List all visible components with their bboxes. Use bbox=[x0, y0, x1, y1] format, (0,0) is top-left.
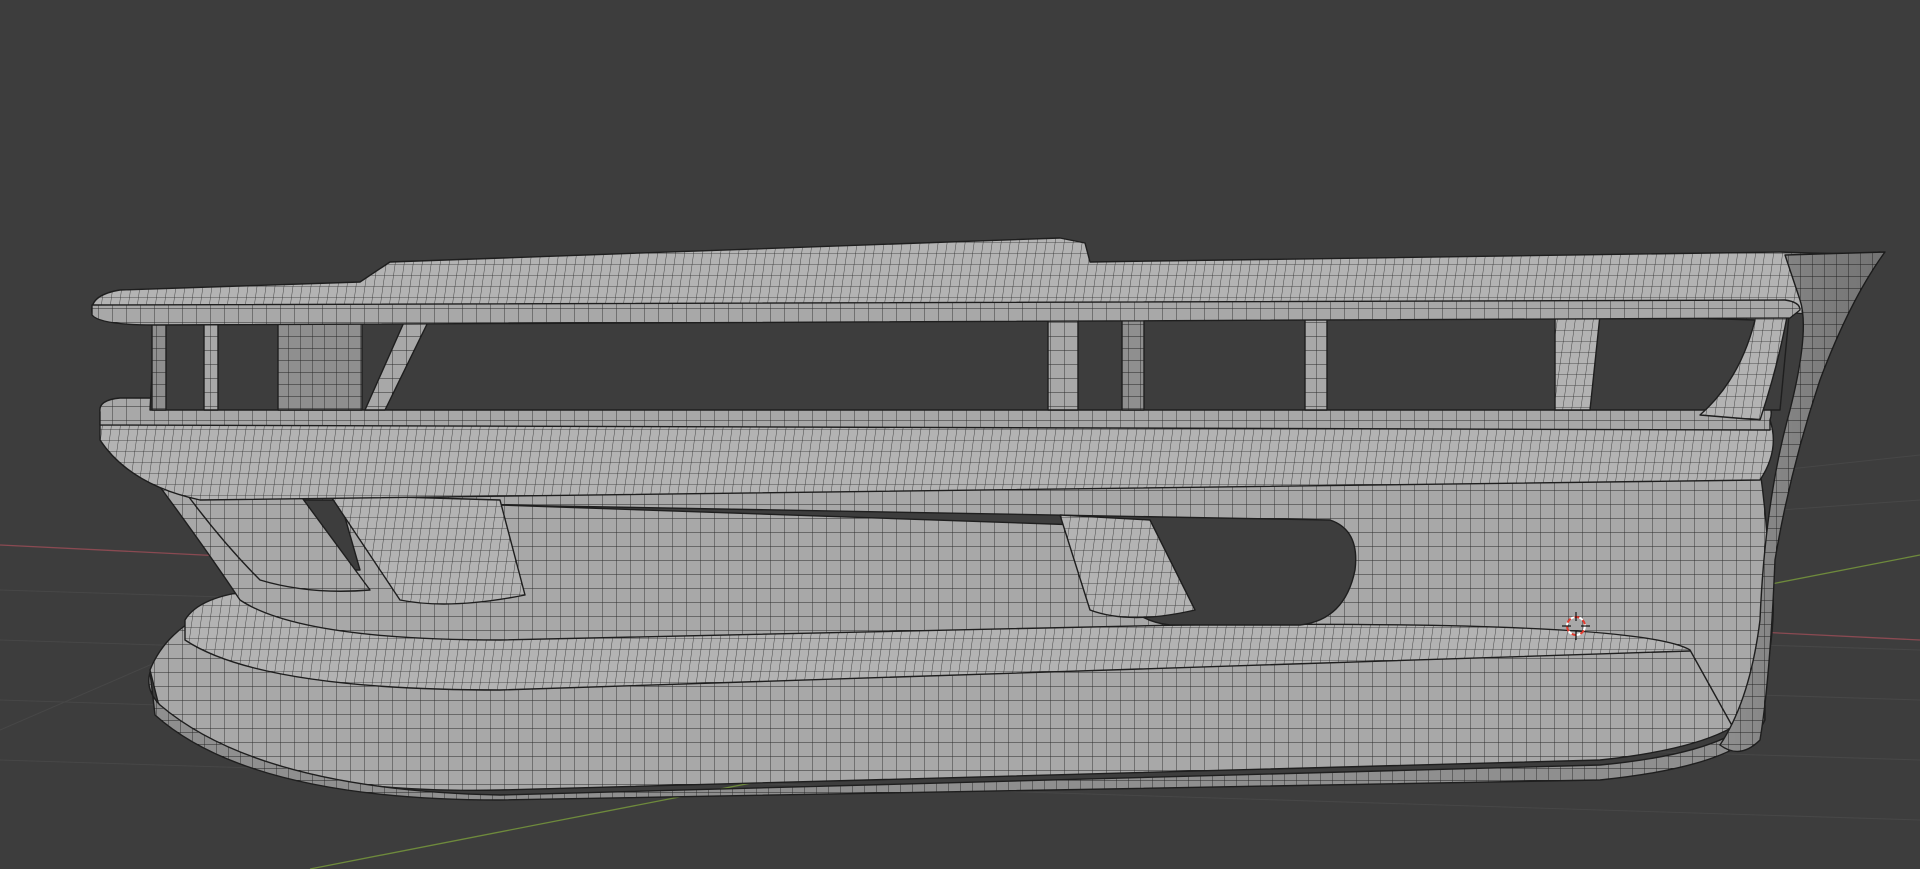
grille-slat bbox=[277, 317, 363, 411]
grille-slat bbox=[151, 317, 167, 411]
grille-slat bbox=[1304, 307, 1328, 411]
grille-slat bbox=[1121, 309, 1145, 411]
bumper-mesh[interactable] bbox=[91, 237, 1886, 801]
viewport-scene bbox=[0, 237, 1920, 869]
grille-slat bbox=[203, 319, 219, 411]
3d-viewport[interactable] bbox=[0, 0, 1920, 869]
grille-slat bbox=[1047, 307, 1079, 411]
